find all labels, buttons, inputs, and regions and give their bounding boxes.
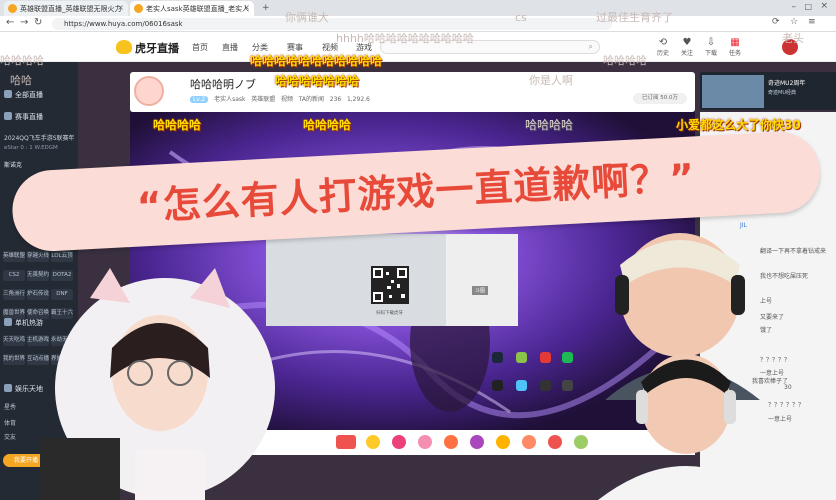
- danmaku-comment: 哈哈哈哈哈哈哈: [275, 74, 360, 88]
- danmaku-comment: 你俩谁大: [285, 11, 329, 24]
- danmaku-comment: 哈哈哈哈哈哈哈哈哈哈哈: [250, 54, 383, 68]
- danmaku-comment: 过最佳生育齐了: [596, 11, 673, 24]
- danmaku-comment: 哈哈哈哈: [153, 118, 202, 132]
- danmaku-layer: 你俩谁大 cs 过最佳生育齐了 老头 hhhh哈哈哈哈哈哈哈哈哈哈 哈哈哈哈 哈哈哈哈哈哈哈…: [0, 0, 836, 500]
- danmaku-comment: 哈哈哈哈: [603, 54, 647, 67]
- danmaku-comment: 哈哈哈哈: [525, 118, 574, 132]
- danmaku-comment: 你是人啊: [529, 74, 573, 87]
- danmaku-comment: 哈哈哈哈: [0, 54, 44, 67]
- screenshot-root: { "browser": { "tabs": [ {"label": "英雄联盟…: [0, 0, 836, 500]
- danmaku-comment: cs: [515, 11, 527, 24]
- danmaku-comment: 哈哈: [10, 74, 32, 87]
- danmaku-comment: hhhh哈哈哈哈哈哈哈哈哈哈: [336, 32, 474, 45]
- danmaku-comment: 小爱都这么大了你快30: [676, 118, 801, 132]
- danmaku-comment: 老头: [782, 32, 804, 45]
- danmaku-comment: 哈哈哈哈: [303, 118, 352, 132]
